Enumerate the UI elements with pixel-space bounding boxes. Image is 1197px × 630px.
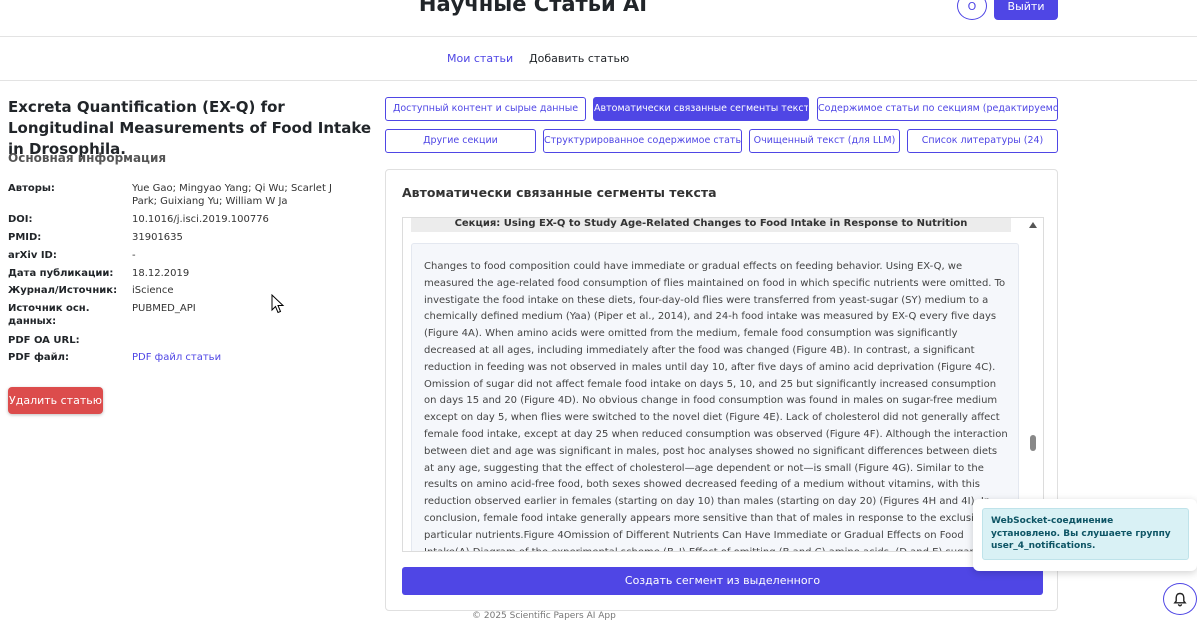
footer: © 2025 Scientific Papers AI App xyxy=(472,611,616,621)
tab-available-content[interactable]: Доступный контент и сырые данные xyxy=(385,97,586,121)
info-key: arXiv ID: xyxy=(8,250,57,261)
tab-structured-content[interactable]: Структурированное содержимое статьи xyxy=(543,129,742,153)
info-key: DOI: xyxy=(8,214,33,225)
info-value-authors: Yue Gao; Mingyao Yang; Qi Wu; Scarlet J … xyxy=(132,183,333,207)
info-key: Источник осн. данных: xyxy=(8,303,90,327)
create-segment-button[interactable]: Создать сегмент из выделенного xyxy=(402,567,1043,595)
pdf-file-link[interactable]: PDF файл статьи xyxy=(132,351,360,364)
segments-scroll-area[interactable]: Секция: Using EX-Q to Study Age-Related … xyxy=(402,217,1044,552)
card-title: Автоматически связанные сегменты текста xyxy=(402,185,717,200)
info-key: PDF файл: xyxy=(8,352,69,363)
info-value-pmid: 31901635 xyxy=(132,232,183,243)
notifications-button[interactable] xyxy=(1163,583,1197,615)
tab-references[interactable]: Список литературы (24) xyxy=(907,129,1058,153)
info-value-journal: iScience xyxy=(132,285,174,296)
info-key: Журнал/Источник: xyxy=(8,285,118,296)
info-key: Авторы: xyxy=(8,183,55,194)
scroll-up-arrow-icon[interactable] xyxy=(1029,222,1037,228)
delete-paper-button[interactable]: Удалить статью xyxy=(8,387,103,414)
app-title: Научные Статьи AI xyxy=(418,0,648,16)
info-value-source: PUBMED_API xyxy=(132,303,196,314)
tab-clean-text[interactable]: Очищенный текст (для LLM) xyxy=(749,129,900,153)
nav-my-papers[interactable]: Мои статьи xyxy=(447,52,513,65)
tab-sections-editable[interactable]: Содержимое статьи по секциям (редактируе… xyxy=(817,97,1058,121)
toast-message: WebSocket-соединение установлено. Вы слу… xyxy=(982,508,1189,560)
text-segment[interactable]: Changes to food composition could have i… xyxy=(411,243,1019,551)
bell-icon xyxy=(1173,592,1187,607)
content-card: Автоматически связанные сегменты текста … xyxy=(385,169,1058,611)
tab-auto-segments[interactable]: Автоматически связанные сегменты текста xyxy=(593,97,809,121)
notification-toast: WebSocket-соединение установлено. Вы слу… xyxy=(973,499,1197,571)
nav-add-paper[interactable]: Добавить статью xyxy=(529,52,629,65)
tab-other-sections[interactable]: Другие секции xyxy=(385,129,536,153)
app-header: Научные Статьи AI O Выйти xyxy=(0,0,1197,37)
info-key: PDF OA URL: xyxy=(8,335,80,346)
info-value-doi: 10.1016/j.isci.2019.100776 xyxy=(132,214,269,225)
main-nav: Мои статьи Добавить статью xyxy=(0,37,1197,81)
scrollbar-thumb[interactable] xyxy=(1030,435,1036,451)
info-value-date: 18.12.2019 xyxy=(132,268,190,279)
info-value-arxiv: - xyxy=(132,250,136,261)
section-header: Секция: Using EX-Q to Study Age-Related … xyxy=(411,218,1011,232)
info-key: PMID: xyxy=(8,232,42,243)
user-avatar-button[interactable]: O xyxy=(957,0,987,20)
segment-text[interactable]: Changes to food composition could have i… xyxy=(424,259,1010,551)
mouse-cursor-icon xyxy=(271,294,285,314)
info-heading: Основная информация xyxy=(8,151,167,165)
info-key: Дата публикации: xyxy=(8,268,114,279)
logout-button[interactable]: Выйти xyxy=(994,0,1058,20)
